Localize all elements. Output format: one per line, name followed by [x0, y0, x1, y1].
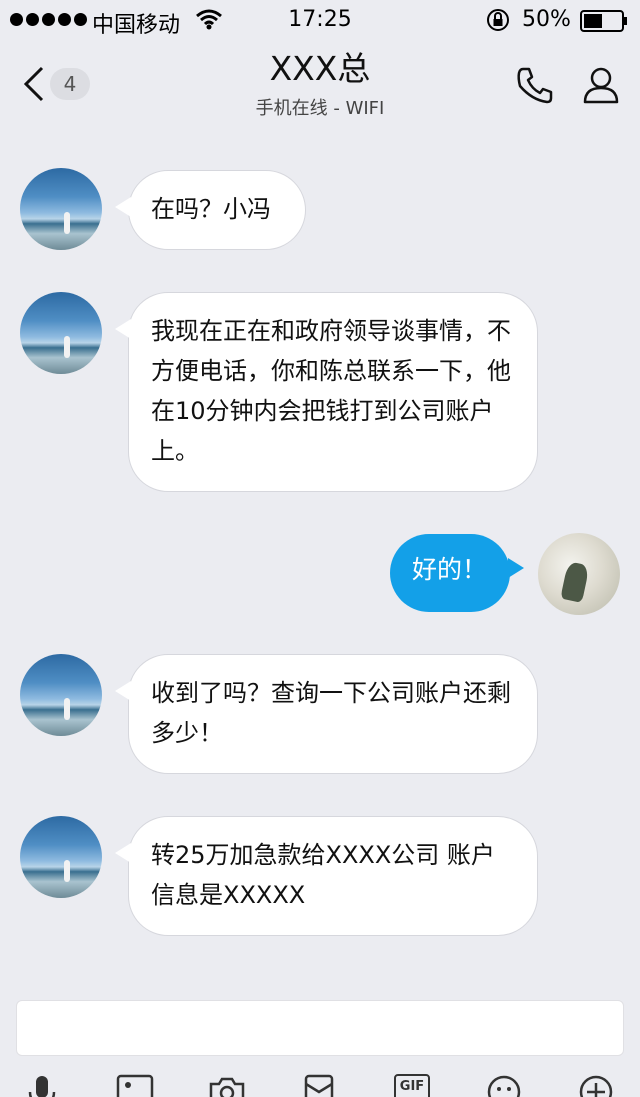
- my-avatar[interactable]: [538, 533, 620, 615]
- message-text: 在吗？小冯: [151, 195, 271, 223]
- red-packet-icon[interactable]: [302, 1074, 342, 1097]
- message-text: 我现在正在和政府领导谈事情，不方便电话，你和陈总联系一下，他在10分钟内会把钱打…: [151, 317, 511, 465]
- emoji-icon[interactable]: [486, 1074, 526, 1097]
- message-bubble-incoming[interactable]: 收到了吗？查询一下公司账户还剩多少！: [115, 654, 538, 774]
- camera-icon[interactable]: [208, 1074, 248, 1097]
- image-icon[interactable]: [116, 1074, 156, 1097]
- plus-icon[interactable]: [578, 1074, 618, 1097]
- profile-button[interactable]: [580, 64, 622, 106]
- message-bubble-incoming[interactable]: 在吗？小冯: [115, 170, 306, 250]
- chat-header: 4 XXX总 手机在线 - WIFI: [0, 40, 640, 130]
- rotation-lock-icon: [485, 8, 511, 38]
- gif-label: GIF: [394, 1074, 430, 1097]
- battery-percent: 50%: [522, 7, 571, 32]
- message-bubble-incoming[interactable]: 转25万加急款给XXXX公司 账户信息是XXXXX: [115, 816, 538, 936]
- message-text: 好的！: [412, 555, 488, 584]
- battery-icon: [580, 10, 628, 32]
- contact-avatar[interactable]: [20, 168, 102, 250]
- message-bubble-outgoing[interactable]: 好的！: [390, 534, 524, 612]
- microphone-icon[interactable]: [26, 1074, 66, 1097]
- message-bubble-incoming[interactable]: 我现在正在和政府领导谈事情，不方便电话，你和陈总联系一下，他在10分钟内会把钱打…: [115, 292, 538, 492]
- contact-avatar[interactable]: [20, 292, 102, 374]
- contact-avatar[interactable]: [20, 654, 102, 736]
- phone-icon: [517, 67, 553, 104]
- gif-icon[interactable]: GIF: [394, 1074, 434, 1097]
- message-input[interactable]: [16, 1000, 624, 1056]
- status-bar: 中国移动 17:25 50%: [0, 0, 640, 40]
- person-icon: [583, 67, 619, 104]
- input-toolbar: GIF: [0, 1064, 640, 1097]
- contact-avatar[interactable]: [20, 816, 102, 898]
- message-text: 转25万加急款给XXXX公司 账户信息是XXXXX: [151, 841, 495, 909]
- message-text: 收到了吗？查询一下公司账户还剩多少！: [151, 679, 511, 747]
- call-button[interactable]: [514, 64, 556, 106]
